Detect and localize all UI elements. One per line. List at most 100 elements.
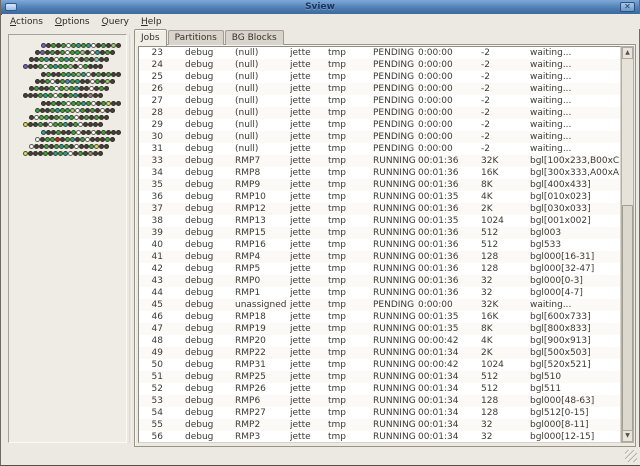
table-row[interactable]: 51debugRMP25jettetmpRUNNING00:01:34512bg… xyxy=(139,371,620,383)
table-cell: RUNNING xyxy=(373,395,418,407)
table-cell: 29 xyxy=(139,119,185,131)
table-row[interactable]: 46debugRMP18jettetmpRUNNING00:01:3516Kbg… xyxy=(139,311,620,323)
table-row[interactable]: 47debugRMP19jettetmpRUNNING00:01:358Kbgl… xyxy=(139,323,620,335)
table-cell: debug xyxy=(185,263,235,275)
table-row[interactable]: 30debug(null)jettetmpPENDING0:00:00-2wai… xyxy=(139,131,620,143)
table-cell: 42 xyxy=(139,263,185,275)
table-cell: 32 xyxy=(481,275,530,287)
node-dot[interactable] xyxy=(98,64,103,69)
table-cell: RMP13 xyxy=(235,215,290,227)
node-dot[interactable] xyxy=(116,72,121,77)
pane-divider[interactable] xyxy=(129,34,132,443)
node-dot[interactable] xyxy=(110,108,115,113)
vertical-scrollbar[interactable]: ▲ ▼ xyxy=(621,46,634,443)
table-row[interactable]: 35debugRMP9jettetmpRUNNING00:01:368Kbgl[… xyxy=(139,179,620,191)
table-row[interactable]: 25debug(null)jettetmpPENDING0:00:00-2wai… xyxy=(139,71,620,83)
table-row[interactable]: 56debugRMP3jettetmpRUNNING00:01:3432bgl0… xyxy=(139,431,620,443)
menu-query[interactable]: Query xyxy=(96,16,135,28)
table-row[interactable]: 28debug(null)jettetmpPENDING0:00:00-2wai… xyxy=(139,107,620,119)
table-row[interactable]: 37debugRMP12jettetmpRUNNING00:01:362Kbgl… xyxy=(139,203,620,215)
table-row[interactable]: 48debugRMP20jettetmpRUNNING00:00:424Kbgl… xyxy=(139,335,620,347)
table-cell: (null) xyxy=(235,59,290,71)
table-cell: tmp xyxy=(328,275,373,287)
table-row[interactable]: 55debugRMP2jettetmpRUNNING00:01:3432bgl0… xyxy=(139,419,620,431)
table-cell: 00:01:36 xyxy=(418,239,481,251)
table-cell: bgl512[0-15] xyxy=(530,407,620,419)
node-dot[interactable] xyxy=(104,115,109,120)
table-row[interactable]: 42debugRMP5jettetmpRUNNING00:01:36128bgl… xyxy=(139,263,620,275)
table-cell: bgl[500x503] xyxy=(530,347,620,359)
table-cell: debug xyxy=(185,95,235,107)
window-menu-icon[interactable] xyxy=(5,3,17,11)
table-cell: RMP22 xyxy=(235,347,290,359)
table-cell: 00:01:35 xyxy=(418,191,481,203)
resize-grip-icon[interactable] xyxy=(625,450,637,462)
table-cell: RMP1 xyxy=(235,287,290,299)
node-map-panel[interactable] xyxy=(8,34,127,443)
menu-options[interactable]: Options xyxy=(49,16,96,28)
node-dot[interactable] xyxy=(110,79,115,84)
menu-actions[interactable]: Actions xyxy=(4,16,49,28)
node-dot[interactable] xyxy=(110,137,115,142)
node-dot[interactable] xyxy=(98,93,103,98)
table-cell: jette xyxy=(290,191,328,203)
table-row[interactable]: 29debug(null)jettetmpPENDING0:00:00-2wai… xyxy=(139,119,620,131)
table-row[interactable]: 34debugRMP8jettetmpRUNNING00:01:3616Kbgl… xyxy=(139,167,620,179)
tab-partitions[interactable]: Partitions xyxy=(168,30,224,45)
table-cell: 512 xyxy=(481,239,530,251)
table-row[interactable]: 52debugRMP26jettetmpRUNNING00:01:34512bg… xyxy=(139,383,620,395)
table-row[interactable]: 23debug(null)jettetmpPENDING0:00:00-2wai… xyxy=(139,47,620,59)
table-cell: 49 xyxy=(139,347,185,359)
table-cell: debug xyxy=(185,179,235,191)
table-row[interactable]: 49debugRMP22jettetmpRUNNING00:01:342Kbgl… xyxy=(139,347,620,359)
node-dot[interactable] xyxy=(116,101,121,106)
table-row[interactable]: 41debugRMP4jettetmpRUNNING00:01:36128bgl… xyxy=(139,251,620,263)
node-dot[interactable] xyxy=(110,50,115,55)
table-row[interactable]: 43debugRMP0jettetmpRUNNING00:01:3632bgl0… xyxy=(139,275,620,287)
tab-jobs[interactable]: Jobs xyxy=(134,29,167,46)
scrollbar-thumb[interactable] xyxy=(622,205,633,431)
close-icon[interactable]: ✕ xyxy=(620,2,635,12)
table-cell: RUNNING xyxy=(373,179,418,191)
tab-bg-blocks[interactable]: BG Blocks xyxy=(225,30,284,45)
title-bar[interactable]: Sview ✕ xyxy=(1,0,639,15)
table-row[interactable]: 27debug(null)jettetmpPENDING0:00:00-2wai… xyxy=(139,95,620,107)
node-dot[interactable] xyxy=(116,130,121,135)
table-cell: bgl000[32-47] xyxy=(530,263,620,275)
table-row[interactable]: 45debugunassignedjettetmpPENDING0:00:003… xyxy=(139,299,620,311)
table-cell: RMP19 xyxy=(235,323,290,335)
table-cell: jette xyxy=(290,263,328,275)
node-dot[interactable] xyxy=(98,122,103,127)
menu-bar: ActionsOptionsQueryHelp xyxy=(2,14,640,29)
table-row[interactable]: 40debugRMP16jettetmpRUNNING00:01:36512bg… xyxy=(139,239,620,251)
table-cell: debug xyxy=(185,323,235,335)
table-row[interactable]: 36debugRMP10jettetmpRUNNING00:01:354Kbgl… xyxy=(139,191,620,203)
table-cell: 45 xyxy=(139,299,185,311)
table-cell: 52 xyxy=(139,383,185,395)
node-dot[interactable] xyxy=(104,86,109,91)
table-cell: debug xyxy=(185,311,235,323)
node-dot[interactable] xyxy=(104,57,109,62)
table-row[interactable]: 54debugRMP27jettetmpRUNNING00:01:34128bg… xyxy=(139,407,620,419)
node-dot[interactable] xyxy=(104,144,109,149)
table-cell: 00:01:34 xyxy=(418,431,481,443)
menu-help[interactable]: Help xyxy=(135,16,168,28)
node-dot[interactable] xyxy=(116,43,121,48)
table-row[interactable]: 53debugRMP6jettetmpRUNNING00:01:34128bgl… xyxy=(139,395,620,407)
scroll-up-icon[interactable]: ▲ xyxy=(622,47,633,59)
table-cell: debug xyxy=(185,395,235,407)
table-row[interactable]: 33debugRMP7jettetmpRUNNING00:01:3632Kbgl… xyxy=(139,155,620,167)
jobs-table[interactable]: 23debug(null)jettetmpPENDING0:00:00-2wai… xyxy=(138,46,621,443)
table-row[interactable]: 26debug(null)jettetmpPENDING0:00:00-2wai… xyxy=(139,83,620,95)
table-cell: 32 xyxy=(481,287,530,299)
table-row[interactable]: 31debug(null)jettetmpPENDING0:00:00-2wai… xyxy=(139,143,620,155)
table-row[interactable]: 50debugRMP31jettetmpRUNNING00:00:421024b… xyxy=(139,359,620,371)
table-row[interactable]: 24debug(null)jettetmpPENDING0:00:00-2wai… xyxy=(139,59,620,71)
table-cell: jette xyxy=(290,179,328,191)
node-dot[interactable] xyxy=(98,151,103,156)
table-row[interactable]: 44debugRMP1jettetmpRUNNING00:01:3632bgl0… xyxy=(139,287,620,299)
table-cell: 16K xyxy=(481,167,530,179)
scroll-down-icon[interactable]: ▼ xyxy=(622,430,633,442)
table-row[interactable]: 38debugRMP13jettetmpRUNNING00:01:351024b… xyxy=(139,215,620,227)
table-row[interactable]: 39debugRMP15jettetmpRUNNING00:01:36512bg… xyxy=(139,227,620,239)
